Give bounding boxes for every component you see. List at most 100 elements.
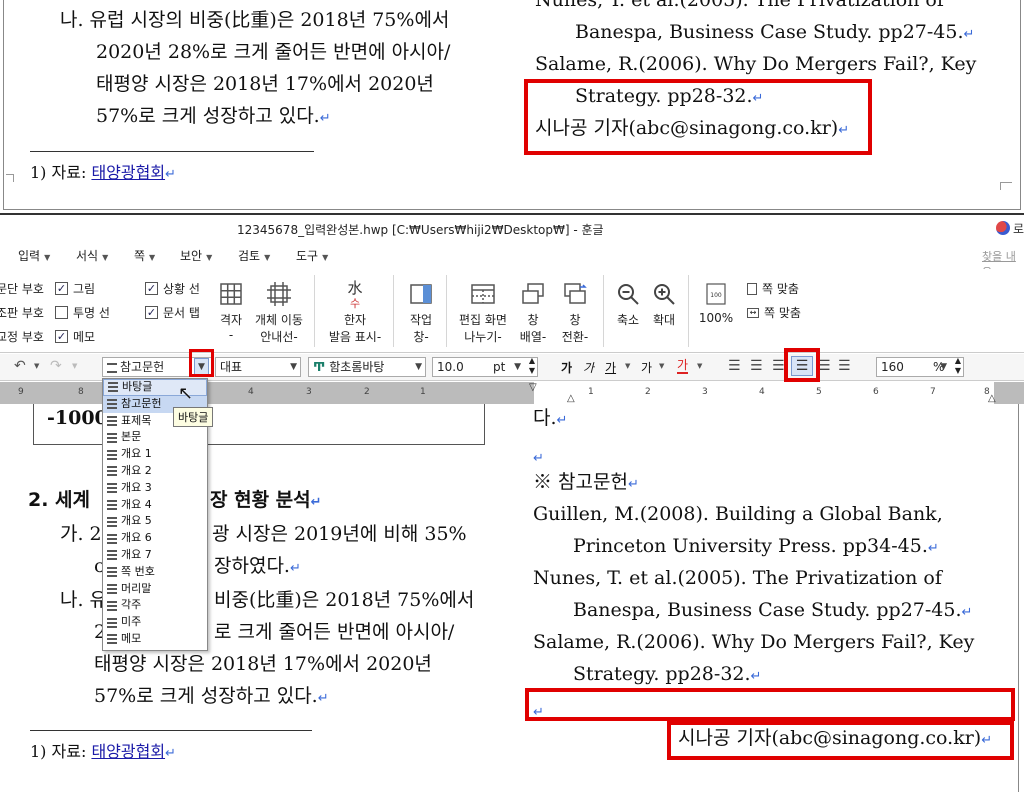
hanja-pronunciation-button[interactable]: 水수 한자 발음 표시- [327, 281, 383, 345]
menu-format[interactable]: 서식 ▼ [76, 247, 108, 264]
language-select[interactable]: 대표 ▼ [215, 357, 301, 377]
indent-marker-icon[interactable]: △ [567, 393, 575, 404]
checkbox-box[interactable] [54, 306, 68, 319]
checkbox-doc-tabs[interactable]: ✓ 문서 탭 [145, 304, 200, 321]
style-icon [107, 362, 117, 373]
style-icon [107, 432, 117, 443]
section-heading: 장 현황 분석↵ [210, 489, 322, 511]
style-option[interactable]: 개요 1 [103, 446, 207, 463]
ruler-margin [994, 382, 1024, 404]
checkbox-box[interactable]: ✓ [145, 306, 158, 319]
font-color-button[interactable]: 가 [677, 359, 689, 374]
italic-button[interactable]: 가 [583, 359, 594, 376]
style-option[interactable]: 각주 [103, 597, 207, 614]
reference-heading: ※ 참고문헌↵ [533, 471, 639, 493]
fit-width-button[interactable]: ↔ 쪽 맞춤 [747, 304, 801, 321]
style-option[interactable]: 개요 3 [103, 480, 207, 497]
footnote-separator [30, 151, 314, 152]
section-heading: 2. 세계 [28, 489, 91, 511]
style-icon [107, 499, 117, 510]
ribbon: 문단 부호 ✓ 그림 조판 부호 투명 선 교정 부호 ✓ 메모 ✓ 상황 선 ✓ 문서 탭 … [0, 269, 1024, 353]
style-option[interactable]: 개요 7 [103, 547, 207, 564]
paragraph-line: 태평양 시장은 2018년 17%에서 2020년 [96, 73, 434, 95]
window-title-bar: 12345678_입력완성본.hwp [C:₩Users₩hiji2₩Deskt… [0, 213, 1024, 241]
underline-button[interactable]: 가 [605, 359, 616, 376]
switch-window-icon [564, 283, 587, 304]
checkbox-box[interactable]: ✓ [54, 282, 68, 295]
bold-button[interactable]: 가 [561, 359, 572, 376]
checkbox-status-line[interactable]: ✓ 상황 선 [145, 280, 200, 297]
account-label[interactable]: 로 [1013, 220, 1024, 237]
split-view-button[interactable]: 편집 화면 나누기- [456, 281, 510, 345]
footnote-link[interactable]: 태양광협회 [91, 742, 165, 761]
object-guide-button[interactable]: 개체 이동 안내선- [252, 281, 306, 345]
checkbox-layout-marks[interactable]: 조판 부호 투명 선 [0, 304, 110, 321]
style-option[interactable]: 미주 [103, 614, 207, 631]
highlight-box [189, 349, 214, 377]
menu-insert[interactable]: 입력 ▼ [18, 247, 50, 264]
style-option[interactable]: 메모 [103, 631, 207, 648]
zoom-out-button[interactable]: 축소 [612, 281, 644, 328]
switch-window-button[interactable]: 창 전환- [558, 281, 592, 345]
style-icon [107, 533, 117, 544]
font-size-input[interactable]: 10.0 pt ▼ ▲ ▼ [432, 356, 538, 377]
chevron-down-icon[interactable]: ▼ [659, 362, 664, 370]
hanja-icon: 水수 [347, 279, 363, 311]
fit-page-button[interactable]: 쪽 맞춤 [747, 280, 799, 297]
menu-tools[interactable]: 도구 ▼ [296, 247, 328, 264]
paragraph-mark: ↵ [963, 27, 975, 42]
style-option[interactable]: 쪽 번호 [103, 564, 207, 581]
menu-security[interactable]: 보안 ▼ [180, 247, 212, 264]
account-icon[interactable] [996, 221, 1010, 235]
footnote-link[interactable]: 태양광협회 [91, 163, 165, 182]
chevron-down-icon[interactable]: ▼ [72, 362, 77, 370]
style-option[interactable]: 머리말 [103, 581, 207, 598]
formatting-toolbar: ↶ ▼ ↷ ▼ 참고문헌 ▼ 대표 ▼ Ͳ 함초롬바탕 ▼ 10.0 pt ▼ ▲ ▼ 가 가… [0, 348, 1024, 382]
grid-button[interactable]: 격자 - [216, 281, 246, 342]
chevron-down-icon[interactable]: ▼ [625, 362, 630, 370]
indent-marker-icon[interactable]: △ [988, 393, 996, 404]
arrange-windows-button[interactable]: 창 배열- [516, 281, 550, 345]
checkbox-box[interactable]: ✓ [54, 330, 68, 343]
line-spacing-input[interactable]: 160% ▼ ▲ ▼ [876, 356, 964, 377]
divide-icon[interactable]: ☰ [838, 358, 851, 374]
reference-line: Nunes, T. et al.(2005). The Privatizatio… [533, 567, 942, 589]
menu-page[interactable]: 쪽 ▼ [134, 247, 155, 264]
style-option[interactable]: 본문 [103, 429, 207, 446]
menu-review[interactable]: 검토 ▼ [238, 247, 270, 264]
chevron-down-icon[interactable]: ▼ [34, 362, 39, 370]
undo-icon[interactable]: ↶ [14, 358, 26, 374]
style-icon [107, 415, 117, 426]
align-left-icon[interactable]: ☰ [750, 358, 763, 374]
font-select[interactable]: Ͳ 함초롬바탕 ▼ [308, 357, 426, 377]
page-icon [747, 282, 757, 295]
mouse-cursor-icon: ↖ [178, 383, 194, 404]
style-icon [107, 567, 117, 578]
chevron-down-icon[interactable]: ▼ [697, 362, 702, 370]
spin-icon[interactable]: ▲ ▼ [529, 356, 535, 376]
checkbox-revision-marks[interactable]: 교정 부호 ✓ 메모 [0, 328, 95, 345]
ribbon-separator [603, 275, 604, 347]
highlight-box [524, 79, 872, 155]
zoom-100-button[interactable]: 100 100% [696, 281, 736, 325]
style-option[interactable]: 개요 5 [103, 513, 207, 530]
spin-icon[interactable]: ▲ ▼ [955, 356, 961, 376]
checkbox-box[interactable]: ✓ [145, 282, 158, 295]
zoom-in-button[interactable]: 확대 [648, 281, 680, 328]
style-option[interactable]: 개요 2 [103, 463, 207, 480]
align-center-icon[interactable]: ☰ [772, 358, 785, 374]
style-option[interactable]: 개요 6 [103, 530, 207, 547]
checkbox-para-marks[interactable]: 문단 부호 ✓ 그림 [0, 280, 95, 297]
paragraph-line: 나. 유럽 시장의 비중(比重)은 2018년 75%에서 [60, 9, 450, 31]
paragraph-line: 나. 유 [60, 589, 108, 611]
work-window-button[interactable]: 작업 창- [403, 281, 439, 345]
style-icon [108, 382, 118, 393]
paragraph-line: 광 시장은 2019년에 비해 35% [212, 523, 467, 545]
strikethrough-button[interactable]: 가 [641, 359, 652, 376]
justify-icon[interactable]: ☰ [728, 358, 741, 374]
redo-icon[interactable]: ↷ [50, 358, 62, 374]
reference-line: Princeton University Press. pp34-45.↵ [573, 535, 939, 557]
chevron-down-icon: ▼ [44, 253, 51, 262]
style-option[interactable]: 개요 4 [103, 497, 207, 514]
indent-marker-icon[interactable]: ▽ [529, 382, 537, 393]
